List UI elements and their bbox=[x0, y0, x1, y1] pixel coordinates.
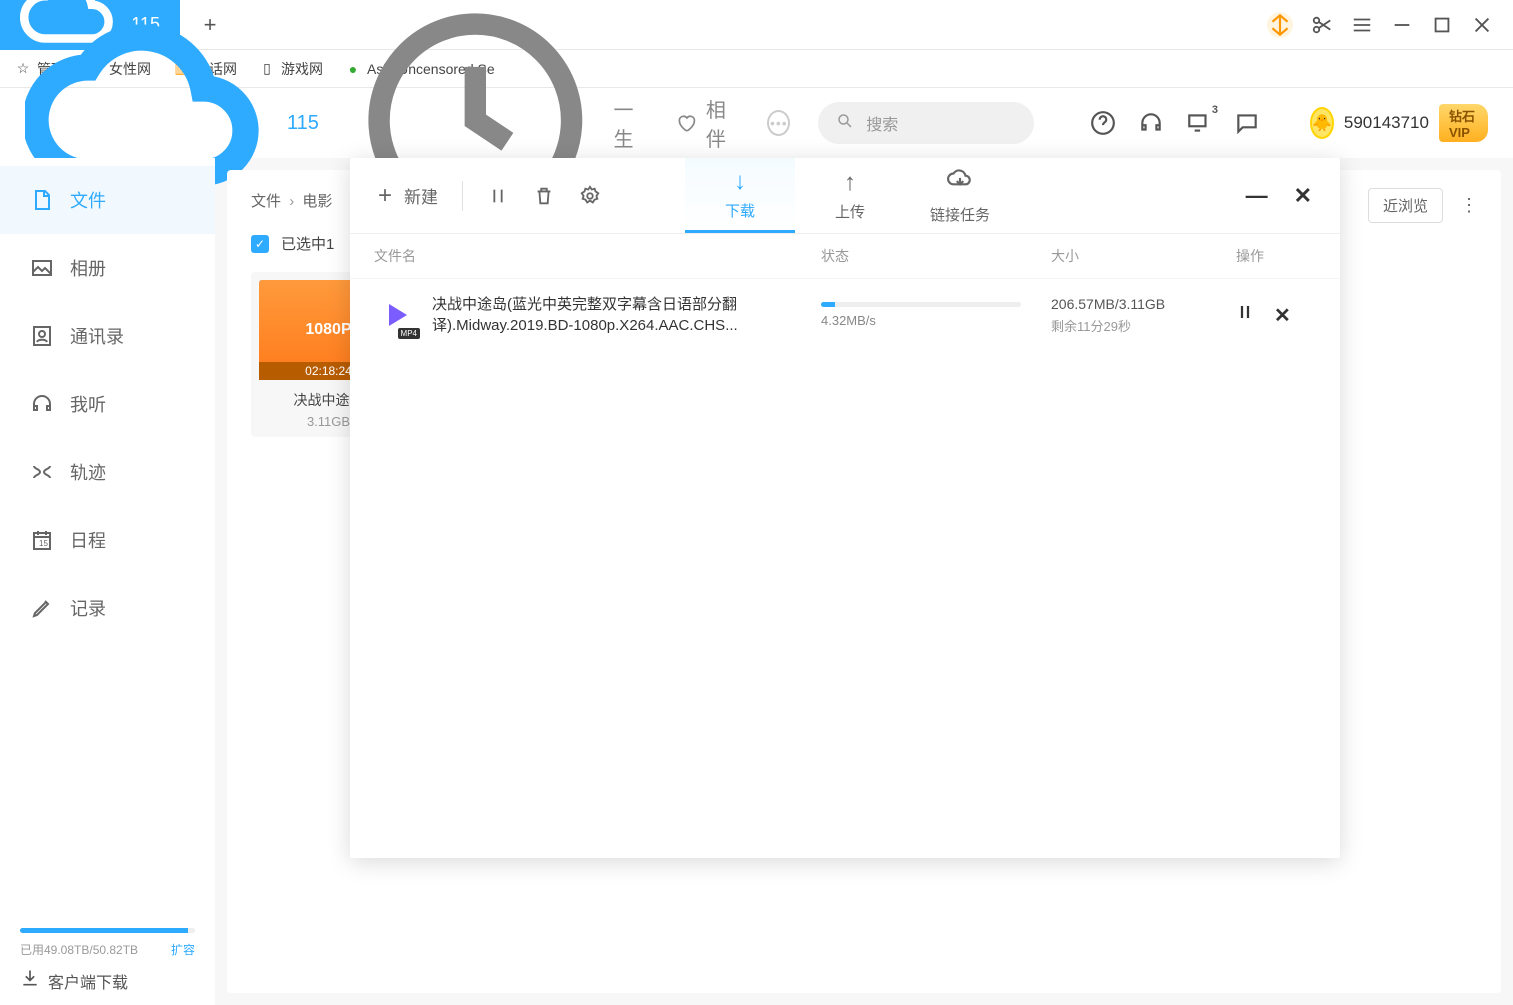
quality-badge: 1080P bbox=[305, 321, 351, 339]
recent-browse-button[interactable]: 近浏览 bbox=[1368, 188, 1443, 223]
expand-link[interactable]: 扩容 bbox=[171, 941, 195, 958]
select-all-checkbox[interactable]: ✓ bbox=[251, 235, 269, 253]
crumb-current[interactable]: 电影 bbox=[302, 193, 332, 210]
app-header: 115 一生 相伴 ••• 搜索 3 🐥 590143710 钻石VIP bbox=[0, 88, 1513, 158]
help-icon[interactable] bbox=[1090, 110, 1116, 136]
col-size: 大小 bbox=[1051, 246, 1236, 266]
hamburger-icon[interactable] bbox=[1351, 14, 1373, 36]
upload-icon: ↑ bbox=[844, 169, 856, 197]
col-filename: 文件名 bbox=[374, 246, 821, 266]
col-status: 状态 bbox=[821, 246, 1051, 266]
tab-download[interactable]: ↓下载 bbox=[685, 158, 795, 233]
route-icon bbox=[30, 460, 54, 484]
user-area[interactable]: 🐥 590143710 钻石VIP bbox=[1310, 104, 1488, 142]
sidebar-item-calendar[interactable]: 15日程 bbox=[0, 506, 215, 574]
task-size: 206.57MB/3.11GB 剩余11分29秒 bbox=[1051, 296, 1236, 335]
sidebar-item-files[interactable]: 文件 bbox=[0, 166, 215, 234]
minimize-icon[interactable] bbox=[1391, 14, 1413, 36]
avatar: 🐥 bbox=[1310, 107, 1334, 139]
calendar-icon: 15 bbox=[30, 528, 54, 552]
task-remaining: 剩余11分29秒 bbox=[1051, 316, 1236, 335]
svg-text:15: 15 bbox=[39, 539, 48, 548]
plus-icon: + bbox=[374, 185, 396, 207]
minimize-panel-icon[interactable]: — bbox=[1246, 183, 1268, 209]
video-file-icon: MP4 bbox=[374, 293, 418, 337]
progress-bar bbox=[821, 302, 1021, 307]
close-icon[interactable] bbox=[1471, 14, 1493, 36]
file-icon bbox=[30, 188, 54, 212]
tab-upload[interactable]: ↑上传 bbox=[795, 158, 905, 233]
task-speed: 4.32MB/s bbox=[821, 313, 1051, 328]
search-input[interactable]: 搜索 bbox=[818, 102, 1034, 144]
search-icon bbox=[836, 112, 854, 135]
sidebar-item-tracks[interactable]: 轨迹 bbox=[0, 438, 215, 506]
extension-icon[interactable] bbox=[1267, 12, 1293, 38]
pause-all-button[interactable] bbox=[487, 185, 509, 207]
settings-button[interactable] bbox=[579, 185, 601, 207]
tab-link[interactable]: 链接任务 bbox=[905, 158, 1015, 233]
sidebar-item-notes[interactable]: 记录 bbox=[0, 574, 215, 642]
maximize-icon[interactable] bbox=[1431, 14, 1453, 36]
client-download[interactable]: 客户端下载 bbox=[20, 968, 195, 993]
close-panel-icon[interactable]: ✕ bbox=[1294, 183, 1312, 209]
nav-companion[interactable]: 相伴 bbox=[676, 94, 740, 152]
sidebar: 文件 相册 通讯录 我听 轨迹 15日程 记录 已用49.08TB/50.82T… bbox=[0, 158, 215, 1005]
pencil-icon bbox=[30, 596, 54, 620]
more-icon[interactable]: ••• bbox=[767, 110, 790, 136]
download-header: 文件名 状态 大小 操作 bbox=[350, 234, 1340, 279]
sidebar-bottom: 已用49.08TB/50.82TB 扩容 客户端下载 bbox=[0, 916, 215, 1005]
vip-badge: 钻石VIP bbox=[1439, 104, 1488, 142]
new-task-button[interactable]: +新建 bbox=[374, 183, 438, 208]
headphones-icon bbox=[30, 392, 54, 416]
pause-task-button[interactable] bbox=[1236, 303, 1254, 328]
devices-icon[interactable]: 3 bbox=[1186, 110, 1212, 136]
scissors-icon[interactable] bbox=[1311, 14, 1333, 36]
image-icon bbox=[30, 256, 54, 280]
contact-icon bbox=[30, 324, 54, 348]
link-download-icon bbox=[947, 167, 973, 200]
selected-count: 已选中1 bbox=[281, 233, 334, 254]
task-status: 4.32MB/s bbox=[821, 302, 1051, 328]
sidebar-item-listen[interactable]: 我听 bbox=[0, 370, 215, 438]
chat-icon[interactable] bbox=[1234, 110, 1260, 136]
download-icon: ↓ bbox=[734, 168, 746, 196]
download-icon bbox=[20, 968, 40, 993]
more-icon[interactable]: ⋮ bbox=[1457, 195, 1481, 216]
search-placeholder: 搜索 bbox=[866, 111, 898, 135]
headphones-icon[interactable] bbox=[1138, 110, 1164, 136]
heart-icon bbox=[676, 111, 696, 135]
download-row[interactable]: MP4 决战中途岛(蓝光中英完整双字幕含日语部分翻译).Midway.2019.… bbox=[350, 279, 1340, 351]
task-filename: 决战中途岛(蓝光中英完整双字幕含日语部分翻译).Midway.2019.BD-1… bbox=[432, 294, 821, 336]
cancel-task-button[interactable]: ✕ bbox=[1274, 303, 1291, 328]
crumb-root[interactable]: 文件 bbox=[251, 193, 281, 210]
col-ops: 操作 bbox=[1236, 246, 1316, 266]
storage-bar bbox=[20, 928, 195, 933]
sidebar-item-photos[interactable]: 相册 bbox=[0, 234, 215, 302]
storage-text: 已用49.08TB/50.82TB bbox=[20, 941, 138, 958]
sidebar-item-contacts[interactable]: 通讯录 bbox=[0, 302, 215, 370]
delete-button[interactable] bbox=[533, 185, 555, 207]
download-panel: +新建 ↓下载 ↑上传 链接任务 — ✕ 文件名 状态 大小 操作 MP4 决战… bbox=[350, 158, 1340, 858]
user-id: 590143710 bbox=[1344, 113, 1429, 133]
